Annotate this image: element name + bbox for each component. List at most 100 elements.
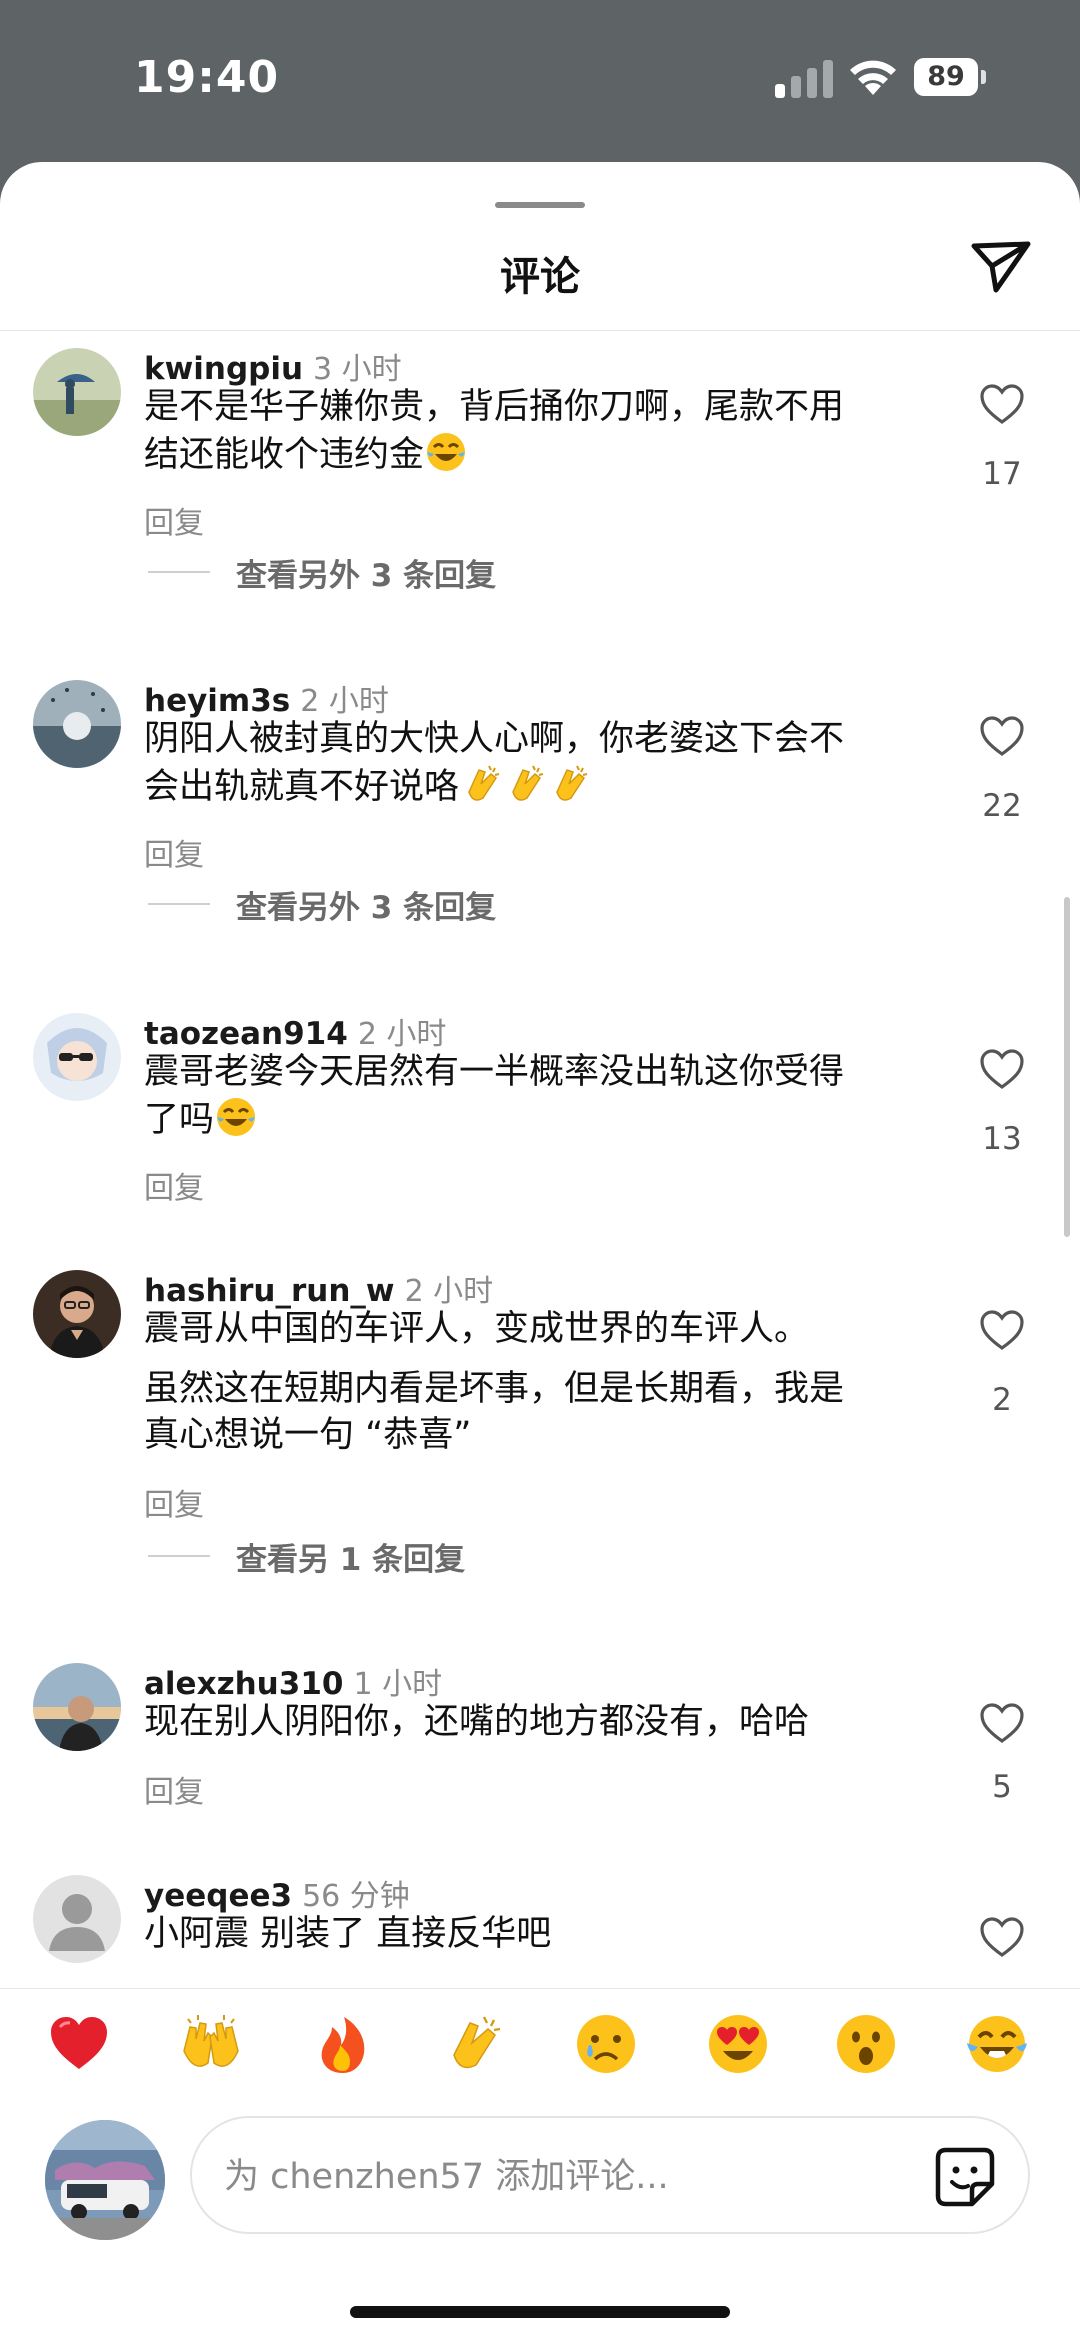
comment-item: alexzhu310 1 小时 现在别人阴阳你，还嘴的地方都没有，哈哈 回复 5 [0, 1649, 1080, 1810]
comment-list[interactable]: kwingpiu 3 小时 是不是华子嫌你贵，背后捅你刀啊，尾款不用 结还能收个违… [0, 334, 1080, 2144]
comment-meta: yeeqee3 56 分钟 [144, 1871, 410, 1915]
comment-text-line: 是不是华子嫌你贵，背后捅你刀啊，尾款不用 [144, 387, 845, 427]
comment-input-box[interactable] [190, 2116, 1030, 2234]
comment-text-line: 真心想说一句 “恭喜” [144, 1415, 472, 1455]
clapping-hands-reaction-icon[interactable] [440, 2011, 506, 2077]
heart-eyes-face-reaction-icon[interactable] [705, 2011, 771, 2077]
like-count: 17 [982, 456, 1022, 492]
avatar[interactable] [33, 680, 121, 768]
comment-text-line: 了吗 [144, 1095, 924, 1143]
comment-text-line: 小阿震 别装了 直接反华吧 [144, 1914, 552, 1954]
comment-username[interactable]: hashiru_run_w [144, 1273, 395, 1309]
comment-text: 小阿震 别装了 直接反华吧 [144, 1911, 924, 1957]
comment-time: 3 小时 [313, 352, 402, 387]
comment-text-part: 结还能收个违约金 [144, 435, 425, 475]
avatar[interactable] [33, 348, 121, 436]
view-more-line [148, 903, 210, 905]
heart-icon[interactable] [978, 1915, 1026, 1959]
comment-username[interactable]: alexzhu310 [144, 1666, 343, 1702]
reply-button[interactable]: 回复 [144, 830, 204, 874]
view-more-line [148, 1555, 210, 1557]
comment-text-line: 结还能收个违约金 [144, 430, 924, 478]
comment-text-part: 会出轨就真不好说咯 [144, 767, 460, 807]
comment-item: heyim3s 2 小时 阴阳人被封真的大快人心啊，你老婆这下会不 会出轨就真不好… [0, 666, 1080, 926]
comment-username[interactable]: yeeqee3 [144, 1878, 292, 1914]
view-more-text[interactable]: 查看另 1 条回复 [236, 1534, 465, 1579]
sticker-icon[interactable] [932, 2144, 998, 2210]
crying-face-reaction-icon[interactable] [573, 2011, 639, 2077]
view-more-line [148, 571, 210, 573]
view-more-text[interactable]: 查看另外 3 条回复 [236, 882, 496, 927]
comment-text: 震哥老婆今天居然有一半概率没出轨这你受得 了吗 [144, 1049, 924, 1143]
tears-of-joy-face-reaction-icon[interactable] [964, 2011, 1030, 2077]
share-icon[interactable] [968, 236, 1034, 296]
heart-icon[interactable] [978, 1701, 1026, 1745]
reply-button[interactable]: 回复 [144, 498, 204, 542]
heart-icon[interactable] [978, 1308, 1026, 1352]
scroll-indicator[interactable] [1064, 897, 1070, 1237]
comment-item: kwingpiu 3 小时 是不是华子嫌你贵，背后捅你刀啊，尾款不用 结还能收个违… [0, 334, 1080, 594]
status-bar: 19:40 89 [0, 0, 1080, 160]
reply-button[interactable]: 回复 [144, 1163, 204, 1207]
battery-icon: 89 [914, 58, 988, 96]
comment-text-part: 了吗 [144, 1100, 215, 1140]
avatar[interactable] [33, 1663, 121, 1751]
comment-item: yeeqee3 56 分钟 小阿震 别装了 直接反华吧 [0, 1861, 1080, 1981]
comment-text-line: 现在别人阴阳你，还嘴的地方都没有，哈哈 [144, 1702, 810, 1742]
cellular-signal-icon [775, 60, 833, 98]
like-count: 2 [992, 1382, 1012, 1418]
comment-meta: kwingpiu 3 小时 [144, 344, 402, 388]
like-count: 13 [982, 1121, 1022, 1157]
surprised-face-reaction-icon[interactable] [833, 2011, 899, 2077]
current-user-avatar[interactable] [45, 2120, 165, 2240]
home-indicator[interactable] [350, 2306, 730, 2318]
heart-icon[interactable] [978, 714, 1026, 758]
comment-text-line: 阴阳人被封真的大快人心啊，你老婆这下会不 [144, 719, 845, 759]
sheet-title: 评论 [500, 254, 580, 300]
reply-button[interactable]: 回复 [144, 1767, 204, 1811]
comment-text: 现在别人阴阳你，还嘴的地方都没有，哈哈 [144, 1699, 924, 1745]
comment-text-line: 震哥老婆今天居然有一半概率没出轨这你受得 [144, 1052, 845, 1092]
comment-text-line: 震哥从中国的车评人，变成世界的车评人。 [144, 1309, 810, 1349]
comment-text: 是不是华子嫌你贵，背后捅你刀啊，尾款不用 结还能收个违约金 [144, 384, 924, 478]
tears-of-joy-emoji [217, 1098, 256, 1136]
comment-time: 1 小时 [353, 1667, 443, 1702]
comment-time: 2 小时 [300, 684, 389, 719]
sheet-grabber[interactable] [495, 202, 585, 208]
battery-level: 89 [927, 61, 965, 92]
wifi-icon [850, 60, 896, 95]
comment-composer-row [0, 2110, 1080, 2342]
heart-icon[interactable] [978, 1047, 1026, 1091]
avatar[interactable] [33, 1013, 121, 1101]
comment-item: taozean914 2 小时 震哥老婆今天居然有一半概率没出轨这你受得 了吗 回… [0, 999, 1080, 1206]
heart-icon[interactable] [978, 382, 1026, 426]
header-divider [0, 330, 1080, 331]
comment-username[interactable]: kwingpiu [144, 351, 303, 387]
avatar[interactable] [33, 1875, 121, 1963]
comment-text: 阴阳人被封真的大快人心啊，你老婆这下会不 会出轨就真不好说咯 [144, 716, 924, 810]
comment-meta: taozean914 2 小时 [144, 1009, 446, 1053]
comment-text: 震哥从中国的车评人，变成世界的车评人。 虽然这在短期内看是坏事，但是长期看，我是… [144, 1306, 924, 1458]
comment-username[interactable]: taozean914 [144, 1016, 348, 1052]
avatar[interactable] [33, 1270, 121, 1358]
tears-of-joy-emoji [427, 433, 466, 471]
comment-time: 2 小时 [404, 1274, 494, 1309]
view-more-text[interactable]: 查看另外 3 条回复 [236, 550, 496, 595]
comment-time: 56 分钟 [302, 1879, 410, 1914]
comment-text-line: 会出轨就真不好说咯 [144, 762, 924, 810]
like-count: 5 [992, 1769, 1012, 1805]
comment-meta: heyim3s 2 小时 [144, 676, 389, 720]
reply-button[interactable]: 回复 [144, 1480, 204, 1524]
comment-meta: hashiru_run_w 2 小时 [144, 1266, 493, 1310]
comment-username[interactable]: heyim3s [144, 683, 290, 719]
reaction-bar [0, 1989, 1080, 2099]
clapping-hands-emoji [468, 765, 500, 801]
clapping-hands-emoji [512, 765, 544, 801]
heart-reaction-icon[interactable] [46, 2011, 112, 2077]
clapping-hands-emoji [556, 765, 588, 801]
raising-hands-reaction-icon[interactable] [178, 2011, 244, 2077]
comment-input[interactable] [222, 2146, 906, 2208]
battery-tip [981, 70, 986, 84]
fire-reaction-icon[interactable] [310, 2011, 376, 2077]
comment-item: hashiru_run_w 2 小时 震哥从中国的车评人，变成世界的车评人。 虽然… [0, 1256, 1080, 1578]
